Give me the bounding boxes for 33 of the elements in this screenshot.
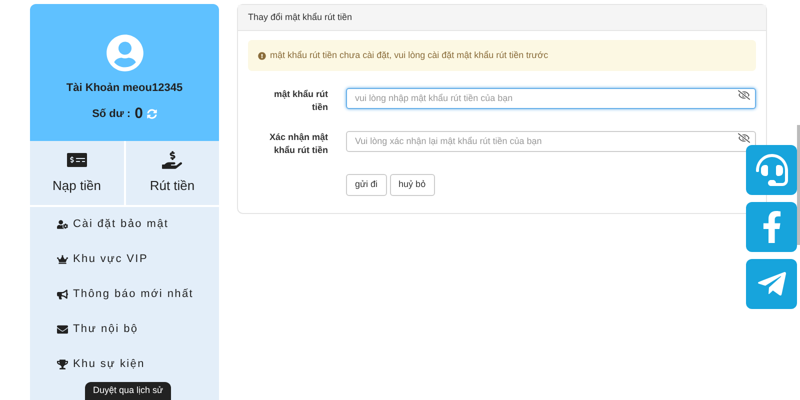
alert-text: mật khẩu rút tiền chưa cài đặt, vui lòng cài đặt mật khẩu rút tiền trước xyxy=(270,48,548,62)
withdraw-button[interactable]: Rút tiền xyxy=(126,141,219,205)
deposit-button[interactable]: Nạp tiền xyxy=(30,141,124,205)
panel-header: Thay đổi mật khẩu rút tiền xyxy=(238,5,766,31)
exclamation-icon xyxy=(258,52,266,60)
tooltip: Duyệt qua lịch sử xyxy=(85,382,172,400)
eye-slash-icon[interactable] xyxy=(738,89,750,101)
hand-dollar-icon xyxy=(162,150,182,170)
cancel-button[interactable]: huỷ bỏ xyxy=(390,174,435,196)
field-label: Xác nhận mật khẩu rút tiền xyxy=(268,131,328,157)
menu-item[interactable]: Thư nội bộ xyxy=(57,320,192,339)
menu-item[interactable]: Cài đặt bảo mật xyxy=(57,215,192,234)
envelope-icon xyxy=(57,324,68,335)
user-gear-icon xyxy=(57,219,68,230)
facebook-button[interactable] xyxy=(746,202,797,252)
paper-plane-button[interactable] xyxy=(746,259,797,309)
menu-item[interactable]: Khu sự kiện xyxy=(57,355,192,374)
eye-slash-icon[interactable] xyxy=(738,132,750,144)
crown-icon xyxy=(57,254,68,265)
menu-item[interactable]: Thông báo mới nhất xyxy=(57,285,192,304)
menu-item[interactable]: Khu vực VIP xyxy=(57,250,192,269)
password-field[interactable]: Vui lòng xác nhận lại mật khẩu rút tiền của bạn xyxy=(346,130,756,152)
avatar-icon xyxy=(106,34,144,72)
password-field[interactable]: vui lòng nhập mật khẩu rút tiền của bạn xyxy=(346,88,756,108)
headset-icon xyxy=(756,154,788,186)
balance-value: 0 xyxy=(134,104,143,124)
megaphone-icon xyxy=(57,289,68,300)
account-name: Tài Khoản meou12345 xyxy=(66,81,183,96)
field-label: mật khẩu rút tiền xyxy=(272,88,328,114)
trophy-icon xyxy=(57,359,68,370)
balance-label: Số dư : xyxy=(92,106,131,122)
refresh-icon[interactable] xyxy=(146,108,157,119)
submit-button[interactable]: gửi đi xyxy=(346,174,387,196)
